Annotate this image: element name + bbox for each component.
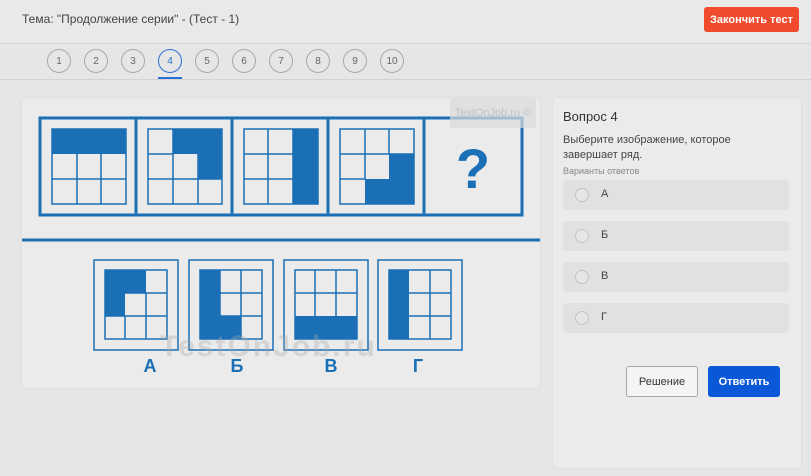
answer-label-g: Г [413,356,423,376]
question-nav-7[interactable]: 7 [269,49,293,73]
answer-option-label: Г [601,311,607,323]
radio-icon[interactable] [575,188,589,202]
radio-icon[interactable] [575,270,589,284]
question-nav-8[interactable]: 8 [306,49,330,73]
answer-option-label: А [601,188,609,200]
answer-option-label: Б [601,229,609,241]
question-text: Выберите изображение, которое завершает … [563,134,731,161]
question-panel: Вопрос 4 Выберите изображение, которое з… [553,98,801,468]
top-bar: Тема: "Продолжение серии" - (Тест - 1) З… [0,0,811,44]
question-title: Вопрос 4 [563,109,618,124]
sequence-figure-2 [147,128,223,205]
question-nav-4[interactable]: 4 [158,49,182,73]
answer-label-a: А [144,356,157,376]
active-question-underline [158,77,182,79]
answer-option-g[interactable]: Г [563,303,789,333]
answer-option-b[interactable]: Б [563,221,789,251]
finish-test-button[interactable]: Закончить тест [704,7,799,32]
answer-option-v[interactable]: В [563,262,789,292]
options-caption: Варианты ответов [563,166,640,176]
watermark-logo: TestOnJob.ru © [450,98,536,128]
question-navigation: 1 2 3 4 5 6 7 8 9 10 [0,44,811,80]
sequence-figure-1 [51,128,127,205]
question-nav-10[interactable]: 10 [380,49,404,73]
question-nav-6[interactable]: 6 [232,49,256,73]
radio-icon[interactable] [575,229,589,243]
answer-figure-g [377,259,463,351]
watermark-text: TestOnJob.ru [160,330,377,363]
radio-icon[interactable] [575,311,589,325]
question-nav-9[interactable]: 9 [343,49,367,73]
sequence-figure-4 [339,128,415,205]
sequence-figure-3 [243,128,319,205]
question-nav-3[interactable]: 3 [121,49,145,73]
answer-option-label: В [601,270,609,282]
solution-button[interactable]: Решение [626,366,698,397]
answer-button[interactable]: Ответить [708,366,780,397]
missing-figure-question-mark: ? [456,137,490,200]
test-topic-title: Тема: "Продолжение серии" - (Тест - 1) [22,12,240,26]
question-nav-5[interactable]: 5 [195,49,219,73]
question-nav-2[interactable]: 2 [84,49,108,73]
answer-option-a[interactable]: А [563,180,789,210]
question-nav-1[interactable]: 1 [47,49,71,73]
